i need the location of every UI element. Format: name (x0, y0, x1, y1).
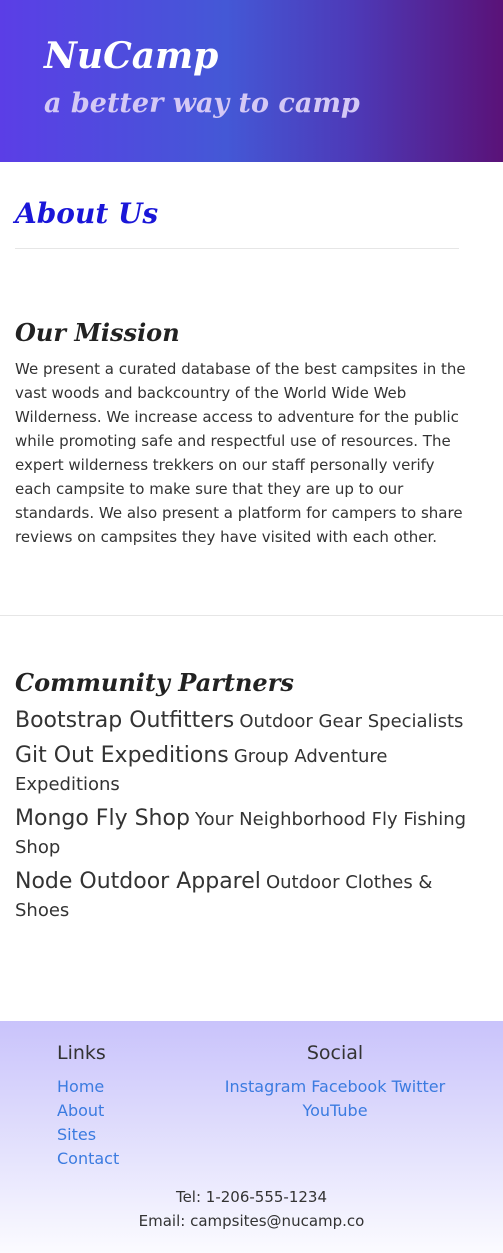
footer-link-contact[interactable]: Contact (57, 1147, 119, 1171)
social-link-facebook[interactable]: Facebook (311, 1077, 386, 1096)
brand-tagline: a better way to camp (44, 88, 360, 119)
social-link-instagram[interactable]: Instagram (225, 1077, 306, 1096)
footer-social-heading: Social (306, 1042, 364, 1064)
partner-item: Node Outdoor Apparel Outdoor Clothes & S… (15, 868, 485, 925)
partners-list: Bootstrap Outfitters Outdoor Gear Specia… (15, 707, 485, 931)
footer-links: Home About Sites Contact (57, 1075, 119, 1171)
mission-heading: Our Mission (15, 318, 180, 347)
title-divider (15, 248, 459, 249)
footer-link-sites[interactable]: Sites (57, 1123, 119, 1147)
mission-text: We present a curated database of the bes… (15, 360, 466, 546)
page-title: About Us (15, 197, 159, 230)
brand-title: NuCamp (44, 35, 219, 77)
partner-description: Outdoor Gear Specialists (239, 711, 464, 732)
header-jumbotron: NuCamp a better way to camp (0, 0, 503, 162)
footer-link-about[interactable]: About (57, 1099, 119, 1123)
partner-name: Node Outdoor Apparel (15, 869, 261, 894)
partners-heading: Community Partners (15, 668, 294, 697)
social-link-youtube[interactable]: YouTube (302, 1101, 367, 1120)
footer-social: Instagram Facebook Twitter YouTube (222, 1075, 448, 1123)
partner-name: Bootstrap Outfitters (15, 708, 235, 733)
contact-email: Email: campsites@nucamp.co (138, 1212, 365, 1230)
contact-phone: Tel: 1-206-555-1234 (175, 1188, 328, 1206)
social-link-twitter[interactable]: Twitter (392, 1077, 446, 1096)
footer-link-home[interactable]: Home (57, 1075, 119, 1099)
partner-item: Git Out Expeditions Group Adventure Expe… (15, 742, 485, 799)
partner-item: Bootstrap Outfitters Outdoor Gear Specia… (15, 707, 485, 736)
partner-name: Mongo Fly Shop (15, 806, 190, 831)
partner-item: Mongo Fly Shop Your Neighborhood Fly Fis… (15, 805, 485, 862)
footer-links-heading: Links (57, 1042, 106, 1064)
section-divider (0, 615, 503, 616)
partner-name: Git Out Expeditions (15, 743, 229, 768)
